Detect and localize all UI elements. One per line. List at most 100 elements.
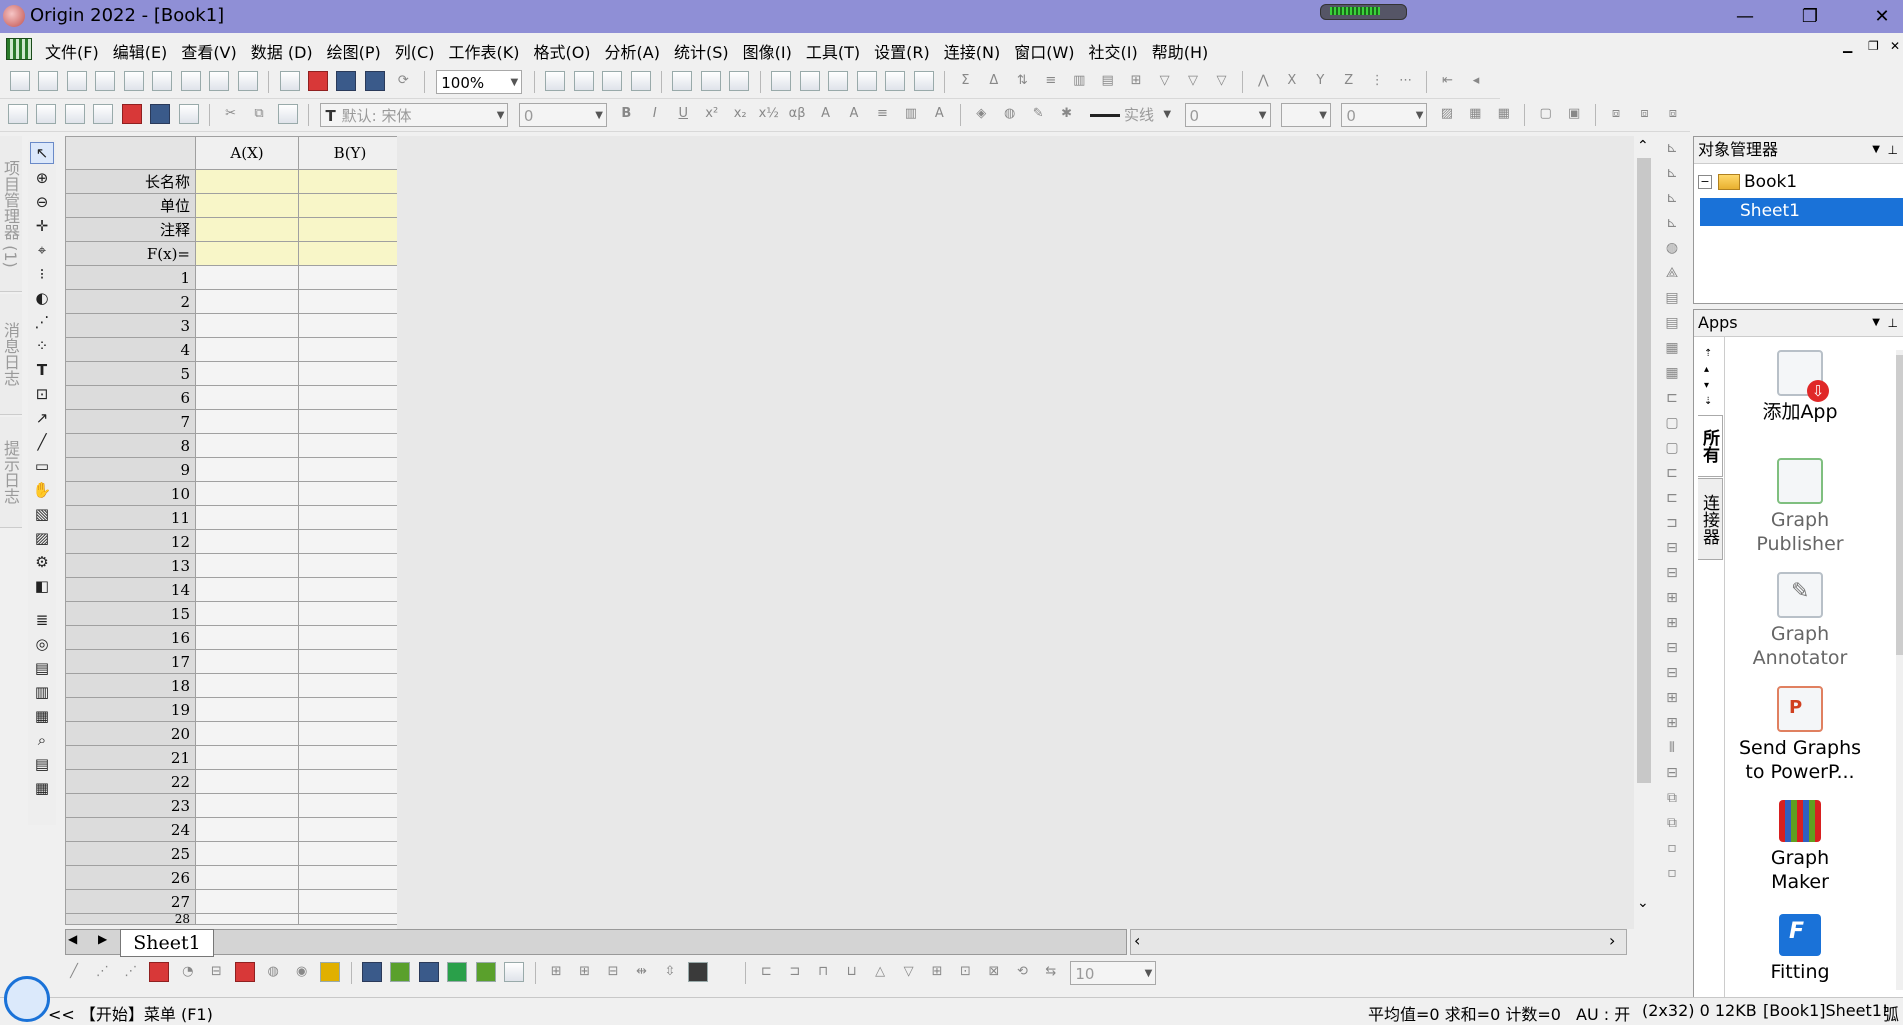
italic-icon[interactable]: I [645, 104, 665, 124]
row-number[interactable]: 19 [65, 697, 196, 722]
menu-item[interactable]: 帮助(H) [1145, 33, 1216, 63]
menu-item[interactable]: 数据 (D) [244, 33, 320, 63]
data-cell[interactable] [298, 313, 402, 338]
mdi-close-icon[interactable]: ✕ [1890, 39, 1900, 53]
new-layout-icon[interactable] [180, 71, 201, 91]
corner-cell[interactable] [65, 136, 196, 170]
data-cell[interactable] [195, 481, 299, 506]
row-number[interactable]: 28 [65, 913, 196, 925]
object-width-icon[interactable]: ⊞ [927, 962, 947, 982]
normalize-icon[interactable]: ≡ [1041, 71, 1061, 91]
zoom-out-icon[interactable]: ⊖ [31, 192, 53, 212]
data-cell[interactable] [298, 673, 402, 698]
data-cell[interactable] [298, 577, 402, 602]
arrange-10-icon[interactable]: ⊟ [1657, 761, 1687, 786]
greek-icon[interactable]: αβ [787, 104, 807, 124]
data-cell[interactable] [195, 577, 299, 602]
screen-reader-icon[interactable]: ⁝ [31, 264, 53, 284]
copy-icon[interactable]: ⧉ [249, 104, 269, 124]
find-icon[interactable] [771, 71, 792, 91]
row-number[interactable]: 25 [65, 841, 196, 866]
clipboard-icon[interactable]: ▥ [31, 682, 53, 702]
menu-item[interactable]: 列(C) [388, 33, 442, 63]
meta-row-label[interactable]: 长名称 [65, 169, 196, 194]
front-icon[interactable]: ⧈ [1606, 104, 1626, 124]
object-right-icon[interactable]: ⊓ [813, 962, 833, 982]
meta-cell[interactable] [195, 217, 299, 242]
data-cell[interactable] [195, 553, 299, 578]
data-cell[interactable] [298, 361, 402, 386]
3d-plot-icon[interactable] [320, 962, 341, 982]
data-cell[interactable] [298, 721, 402, 746]
axis-xy-icon[interactable]: ⊾ [1657, 211, 1687, 236]
zoom-select[interactable]: 100% ▼ [436, 70, 523, 94]
arrow-tool-icon[interactable]: ↗ [31, 408, 53, 428]
font-size-select[interactable]: 0 ▼ [518, 103, 607, 127]
data-cell[interactable] [298, 289, 402, 314]
align-icon[interactable]: ≡ [872, 104, 892, 124]
hierarchy-icon[interactable] [729, 71, 750, 91]
apps-tab-all[interactable]: 所有 [1698, 415, 1723, 477]
symbol-icon[interactable]: ✱ [1057, 104, 1077, 124]
axis-icon[interactable]: ⊾ [1657, 136, 1687, 161]
new-excel-icon[interactable] [237, 71, 258, 91]
worksheet-icon[interactable] [6, 38, 32, 60]
object-center-icon[interactable]: ⊐ [785, 962, 805, 982]
row-number[interactable]: 18 [65, 673, 196, 698]
object-height-icon[interactable]: ⊡ [956, 962, 976, 982]
data-cell[interactable] [298, 889, 402, 914]
row-number[interactable]: 14 [65, 577, 196, 602]
box-plot-icon[interactable]: ⊟ [206, 962, 226, 982]
row-number[interactable]: 7 [65, 409, 196, 434]
add-column-icon[interactable] [913, 71, 934, 91]
tree-item-sheet1[interactable]: Sheet1 [1700, 198, 1903, 226]
y-column-icon[interactable]: Y [1310, 71, 1330, 91]
distribute-h-icon[interactable]: ⇹ [632, 962, 652, 982]
code-builder-icon[interactable] [672, 71, 693, 91]
rectangle-tool-icon[interactable]: ▭ [31, 456, 53, 476]
object-left-icon[interactable]: ⊏ [756, 962, 776, 982]
distribute-v-icon[interactable]: ⇳ [660, 962, 680, 982]
menu-item[interactable]: 窗口(W) [1007, 33, 1081, 63]
grid-format-icon[interactable]: ▦ [1494, 104, 1514, 124]
data-cell[interactable] [298, 649, 402, 674]
bar-chart-icon[interactable]: ▤ [1098, 71, 1118, 91]
menu-item[interactable]: 查看(V) [174, 33, 243, 63]
calendar-icon[interactable] [856, 71, 877, 91]
arrange-4-icon[interactable]: ⊞ [1657, 611, 1687, 636]
row-number[interactable]: 5 [65, 361, 196, 386]
data-cell[interactable] [195, 721, 299, 746]
arrange-11-icon[interactable]: ⧉ [1657, 786, 1687, 811]
notes-icon[interactable]: ▤ [31, 754, 53, 774]
data-cell[interactable] [195, 505, 299, 530]
data-cell[interactable] [195, 769, 299, 794]
row-number[interactable]: 1 [65, 265, 196, 290]
line-style-select[interactable]: 实线 ▼ [1086, 103, 1174, 127]
align-left-icon[interactable]: ⊞ [546, 962, 566, 982]
meta-row-label[interactable]: 注释 [65, 217, 196, 242]
data-cell[interactable] [195, 625, 299, 650]
line-width-select[interactable]: 0 ▼ [1184, 103, 1271, 127]
menu-item[interactable]: 文件(F) [38, 33, 106, 63]
arrange-7-icon[interactable]: ⊞ [1657, 686, 1687, 711]
group-icon[interactable]: ▢ [1536, 104, 1556, 124]
origin-app-icon[interactable] [3, 5, 25, 27]
pin-icon[interactable]: ⊥ [1888, 137, 1898, 163]
data-cell[interactable] [195, 433, 299, 458]
data-reader-icon[interactable]: ⌖ [31, 240, 53, 260]
increase-font-icon[interactable]: A [816, 104, 836, 124]
arrange-9-icon[interactable]: ⫴ [1657, 736, 1687, 761]
axis-x-icon[interactable]: ⊾ [1657, 161, 1687, 186]
fill-value-select[interactable]: 0 ▼ [1341, 103, 1428, 127]
axis-y-icon[interactable]: ⊾ [1657, 186, 1687, 211]
histogram-icon[interactable]: ▥ [1069, 71, 1089, 91]
data-cell[interactable] [195, 841, 299, 866]
mask-icon[interactable]: ⁘ [31, 336, 53, 356]
menu-item[interactable]: 分析(A) [598, 33, 667, 63]
object-size-select[interactable]: 10 ▼ [1070, 961, 1157, 985]
sum-icon[interactable]: Σ [955, 71, 975, 91]
row-number[interactable]: 21 [65, 745, 196, 770]
menu-item[interactable]: 绘图(P) [320, 33, 388, 63]
row-number[interactable]: 8 [65, 433, 196, 458]
menu-item[interactable]: 格式(O) [526, 33, 597, 63]
